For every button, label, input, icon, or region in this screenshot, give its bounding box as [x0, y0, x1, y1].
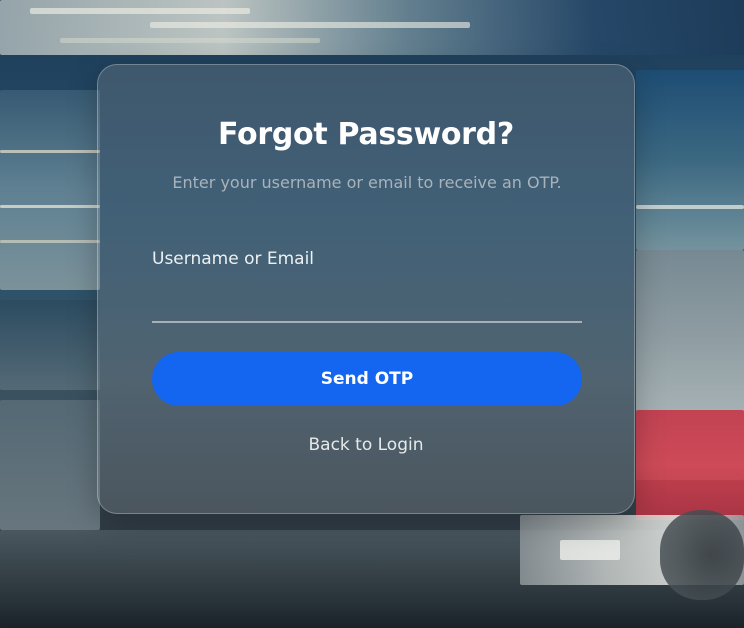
send-otp-button[interactable]: Send OTP: [152, 352, 582, 406]
page-title: Forgot Password?: [218, 117, 514, 152]
username-label: Username or Email: [152, 249, 315, 269]
forgot-password-card: Forgot Password? Enter your username or …: [97, 64, 635, 514]
username-email-input[interactable]: [152, 287, 582, 323]
instructions-text: Enter your username or email to receive …: [172, 173, 562, 192]
back-to-login-link[interactable]: Back to Login: [98, 435, 634, 455]
